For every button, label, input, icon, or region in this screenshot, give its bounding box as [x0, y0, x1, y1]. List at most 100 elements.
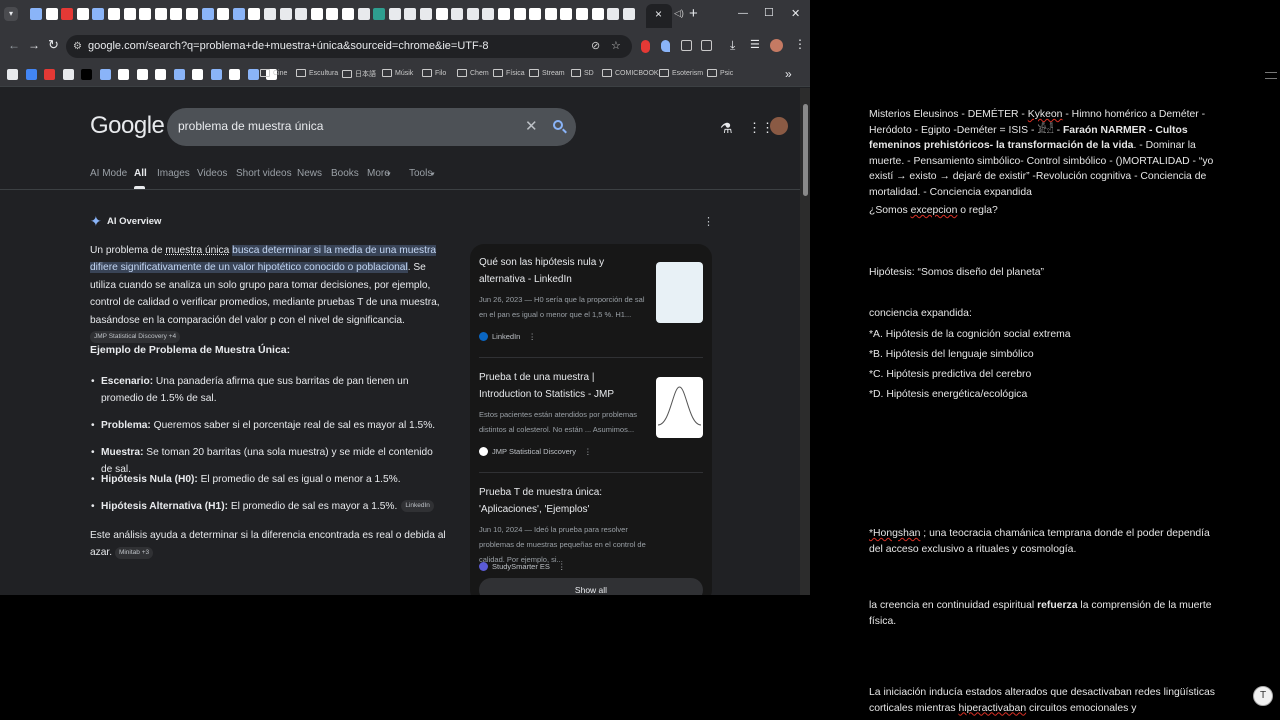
bookmark-folder[interactable]: Chem — [457, 69, 489, 77]
bookmark-favicon-icon[interactable] — [62, 69, 74, 80]
bookmark-folder[interactable]: Psic — [707, 69, 733, 77]
doc-list-item[interactable]: *C. Hipótesis predictiva del cerebro — [869, 367, 1221, 383]
tab-favicon-icon[interactable] — [108, 8, 120, 20]
source-site[interactable]: JMP Statistical Discovery ⋮ — [479, 447, 592, 456]
doc-paragraph-1[interactable]: Misterios Eleusinos - DEMÉTER - Kykeon -… — [869, 107, 1221, 200]
clear-search-icon[interactable]: ✕ — [525, 117, 538, 135]
doc-scroll-indicator[interactable] — [1265, 78, 1277, 79]
scrollbar-thumb[interactable] — [803, 104, 808, 196]
account-avatar[interactable] — [770, 117, 788, 135]
tab-favicon-icon[interactable] — [61, 8, 74, 20]
bookmark-favicon-icon[interactable] — [7, 69, 18, 80]
tab-favicon-icon[interactable] — [544, 8, 557, 20]
search-tab[interactable]: News — [297, 168, 322, 179]
ai-overview-menu-icon[interactable]: ⋮ — [703, 215, 714, 228]
tab-favicon-icon[interactable] — [622, 8, 635, 20]
search-tab[interactable]: Books — [331, 168, 359, 179]
search-tab[interactable]: Images — [157, 168, 190, 179]
mute-icon[interactable]: ◁) — [674, 8, 684, 19]
minimize-button[interactable]: — — [738, 8, 748, 19]
tab-favicon-icon[interactable] — [201, 8, 214, 20]
extension-icon[interactable] — [661, 40, 670, 52]
tab-favicon-icon[interactable] — [513, 8, 526, 20]
bookmark-favicon-icon[interactable] — [44, 69, 55, 80]
back-icon[interactable]: ← — [8, 38, 20, 52]
source-thumbnail[interactable] — [656, 262, 703, 323]
bookmark-favicon-icon[interactable] — [81, 69, 92, 80]
tab-favicon-icon[interactable] — [76, 8, 89, 20]
doc-paragraph-2[interactable]: ¿Somos excepcion o regla? — [869, 203, 1221, 219]
forward-icon[interactable]: → — [28, 38, 40, 52]
source-menu-icon[interactable]: ⋮ — [584, 447, 592, 456]
source-title[interactable]: Qué son las hipótesis nula y alternativa… — [479, 254, 649, 288]
search-tab[interactable]: Videos — [197, 168, 227, 179]
doc-paragraph-initiation[interactable]: La iniciación inducía estados alterados … — [869, 685, 1221, 716]
bookmark-favicon-icon[interactable] — [247, 69, 259, 80]
tab-favicon-icon[interactable] — [232, 8, 245, 20]
search-tab[interactable]: Short videos — [236, 168, 292, 179]
customize-icon[interactable]: ☰ — [750, 38, 760, 51]
bookmark-folder[interactable]: Física — [493, 69, 525, 77]
tab-favicon-icon[interactable] — [154, 8, 167, 20]
search-box[interactable]: problema de muestra única ✕ — [167, 108, 576, 146]
bookmark-folder[interactable]: Esoterism — [659, 69, 703, 77]
source-title[interactable]: Prueba T de muestra única: 'Aplicaciones… — [479, 484, 649, 518]
bookmark-favicon-icon[interactable] — [25, 69, 37, 80]
tab-favicon-icon[interactable] — [388, 8, 401, 20]
tab-favicon-icon[interactable] — [482, 8, 495, 20]
tab-favicon-icon[interactable] — [451, 8, 464, 20]
tab-favicon-icon[interactable] — [466, 8, 479, 20]
citation-chip[interactable]: LinkedIn — [401, 500, 434, 513]
doc-subheading[interactable]: conciencia expandida: — [869, 306, 1221, 322]
source-site[interactable]: LinkedIn ⋮ — [479, 332, 536, 341]
tab-favicon-icon[interactable] — [529, 8, 542, 20]
doc-paragraph-hongshan[interactable]: *Hongshan ; una teocracia chamánica temp… — [869, 526, 1221, 557]
tab-favicon-icon[interactable] — [217, 8, 230, 20]
site-info-icon[interactable]: ⚙ — [73, 35, 82, 58]
chevron-down-icon[interactable]: ▾ — [431, 170, 435, 178]
bookmark-folder[interactable]: Stream — [529, 69, 565, 77]
bookmark-folder[interactable]: Músik — [382, 69, 413, 77]
tab-favicon-icon[interactable] — [435, 8, 448, 20]
tab-favicon-icon[interactable] — [404, 8, 417, 20]
tab-favicon-icon[interactable] — [576, 8, 588, 20]
profile-avatar[interactable] — [770, 39, 783, 52]
bookmark-folder[interactable]: Cine — [260, 69, 287, 77]
search-tab[interactable]: AI Mode — [90, 168, 127, 179]
bookmark-favicon-icon[interactable] — [155, 69, 166, 80]
tab-favicon-icon[interactable] — [295, 8, 308, 20]
bookmark-favicon-icon[interactable] — [229, 69, 240, 80]
google-logo[interactable]: Google — [90, 112, 165, 140]
bookmark-folder[interactable]: 日本語 — [342, 69, 376, 79]
citation-chip[interactable]: JMP Statistical Discovery +4 — [90, 331, 181, 344]
download-icon[interactable]: ⤓ — [730, 38, 735, 53]
search-tab[interactable]: Tools — [409, 168, 432, 179]
tab-favicon-icon[interactable] — [560, 8, 573, 20]
tab-favicon-icon[interactable] — [170, 8, 183, 20]
show-all-button[interactable]: Show all — [479, 578, 703, 595]
bookmark-favicon-icon[interactable] — [99, 69, 111, 80]
source-title[interactable]: Prueba t de una muestra | Introduction t… — [479, 369, 649, 403]
bookmark-folder[interactable]: SD — [571, 69, 594, 77]
doc-paragraph-belief[interactable]: la creencia en continuidad espiritual re… — [869, 598, 1221, 629]
bookmark-folder[interactable]: Escultura — [296, 69, 338, 77]
tab-favicon-icon[interactable] — [326, 8, 339, 20]
tab-favicon-icon[interactable] — [123, 8, 136, 20]
doc-scroll-indicator[interactable] — [1265, 72, 1277, 73]
bookmarks-overflow-button[interactable]: » — [785, 67, 792, 81]
bookmark-folder[interactable]: Filo — [422, 69, 446, 77]
close-window-button[interactable]: ✕ — [791, 7, 800, 20]
extension-icon[interactable] — [641, 40, 650, 53]
labs-flask-icon[interactable]: ⚗ — [720, 120, 733, 137]
tab-favicon-icon[interactable] — [310, 8, 323, 20]
doc-list-item[interactable]: *D. Hipótesis energética/ecológica — [869, 387, 1221, 403]
tab-favicon-icon[interactable] — [591, 8, 604, 20]
tab-favicon-icon[interactable] — [186, 8, 198, 20]
chevron-down-icon[interactable]: ▾ — [387, 170, 391, 178]
search-query[interactable]: problema de muestra única — [178, 119, 323, 133]
bookmark-favicon-icon[interactable] — [173, 69, 185, 80]
tab-favicon-icon[interactable] — [45, 8, 58, 20]
tab-favicon-icon[interactable] — [420, 8, 432, 20]
reload-icon[interactable]: ↻ — [48, 37, 59, 53]
tab-favicon-icon[interactable] — [92, 8, 105, 20]
